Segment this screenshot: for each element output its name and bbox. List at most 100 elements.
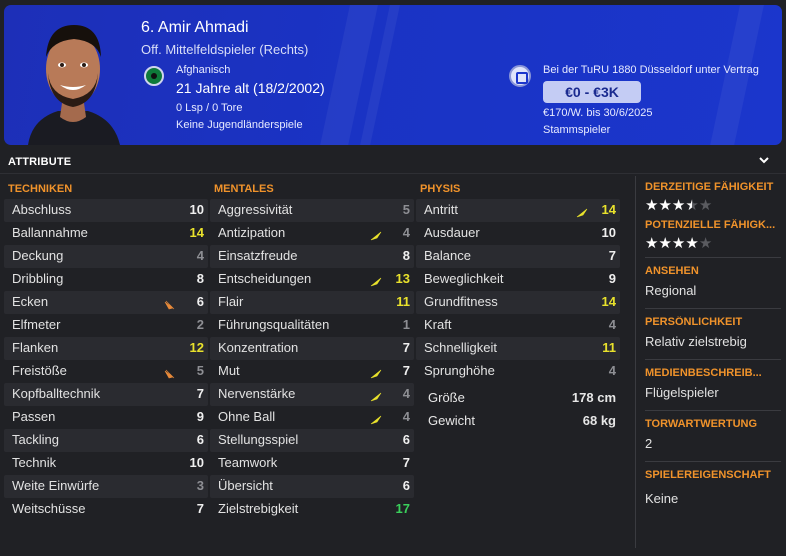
attribute-value: 10 [601,225,616,240]
player-photo [28,25,120,145]
physical-attribute-row[interactable]: Balance 7 [416,245,620,268]
attribute-value: 5 [402,202,410,217]
physical-attribute-row[interactable]: Schnelligkeit 11 [416,337,620,360]
attribute-value: 7 [402,340,410,355]
mental-attribute-row[interactable]: Führungsqualitäten 1 [210,314,414,337]
attribute-label: Teamwork [218,455,278,470]
attribute-value: 4 [608,317,616,332]
attribute-value: 14 [189,225,204,240]
attribute-value: 1 [402,317,410,332]
attribute-label: Flanken [12,340,59,355]
player-traits-heading: SPIELEREIGENSCHAFT [645,469,771,481]
mental-attribute-row[interactable]: Flair 11 [210,291,414,314]
mental-attribute-row[interactable]: Entscheidungen 13 [210,268,414,291]
goalkeeper-rating-value: 2 [645,436,653,451]
attribute-value: 3 [196,478,204,493]
attribute-label: Weite Einwürfe [12,478,100,493]
technical-attribute-row[interactable]: Abschluss 10 [4,199,208,222]
technical-attribute-row[interactable]: Deckung 4 [4,245,208,268]
media-description: MEDIENBESCHREIB... Flügelspieler [645,367,781,400]
attribute-label: Weitschüsse [12,501,86,516]
physical-attribute-row[interactable]: Sprunghöhe 4 [416,360,620,383]
attribute-label: Abschluss [12,202,72,217]
technical-attribute-row[interactable]: Weite Einwürfe 3 [4,475,208,498]
star-half-icon: ★ [685,197,699,214]
technical-attribute-row[interactable]: Tackling 6 [4,429,208,452]
mental-attribute-row[interactable]: Ohne Ball 4 [210,406,414,429]
attribute-label: Flair [218,294,244,309]
attribute-value: 4 [402,409,410,424]
attribute-value: 7 [608,248,616,263]
nation-flag-icon[interactable] [144,66,164,86]
attribute-value: 6 [402,432,410,447]
weight-row: Gewicht 68 kg [416,409,620,432]
trend-up-arrow-icon [370,411,382,425]
attribute-label: Deckung [12,248,64,263]
technical-attribute-row[interactable]: Elfmeter 2 [4,314,208,337]
attribute-label: Grundfitness [424,294,498,309]
height-value: 178 cm [571,390,616,405]
attribute-label: Übersicht [218,478,273,493]
trend-up-arrow-icon [370,273,382,287]
contract-club[interactable]: Bei der TuRU 1880 Düsseldorf unter Vertr… [543,64,759,76]
attribute-label: Zielstrebigkeit [218,501,299,516]
technical-attribute-row[interactable]: Kopfballtechnik 7 [4,383,208,406]
mental-attribute-row[interactable]: Konzentration 7 [210,337,414,360]
nationality[interactable]: Afghanisch [176,64,230,76]
attribute-value: 11 [602,340,616,355]
attribute-label: Konzentration [218,340,299,355]
physical-heading: PHYSIS [420,183,461,195]
mental-attribute-row[interactable]: Mut 7 [210,360,414,383]
attribute-label: Antizipation [218,225,286,240]
mental-attribute-row[interactable]: Einsatzfreude 8 [210,245,414,268]
mental-column: MENTALES Aggressivität 5 Antizipation 4 Eins… [210,179,414,521]
attribute-label: Stellungsspiel [218,432,299,447]
mental-attribute-row[interactable]: Zielstrebigkeit 17 [210,498,414,521]
attribute-label: Nervenstärke [218,386,296,401]
attribute-label: Aggressivität [218,202,293,217]
star-empty-icon: ★ [698,235,713,252]
attribute-value: 13 [395,271,410,286]
technical-attribute-row[interactable]: Technik 10 [4,452,208,475]
mental-attribute-row[interactable]: Antizipation 4 [210,222,414,245]
mental-attribute-row[interactable]: Nervenstärke 4 [210,383,414,406]
info-separator [645,257,781,258]
attribute-label: Einsatzfreude [218,248,298,263]
chevron-down-icon[interactable] [756,152,772,168]
technical-attribute-row[interactable]: Flanken 12 [4,337,208,360]
technical-attribute-row[interactable]: Ecken 6 [4,291,208,314]
physical-attribute-row[interactable]: Kraft 4 [416,314,620,337]
player-age: 21 Jahre alt (18/2/2002) [176,80,325,96]
technical-attribute-row[interactable]: Passen 9 [4,406,208,429]
weight-label: Gewicht [428,413,475,428]
technical-heading: TECHNIKEN [8,183,73,195]
physical-attribute-row[interactable]: Antritt 14 [416,199,620,222]
technical-attribute-row[interactable]: Dribbling 8 [4,268,208,291]
star-full-icon: ★ [671,235,686,252]
mental-attribute-row[interactable]: Übersicht 6 [210,475,414,498]
potential-ability: POTENZIELLE FÄHIGK... ★★★★★ [645,219,781,252]
attribute-value: 4 [402,386,410,401]
personality-heading: PERSÖNLICHKEIT [645,316,743,328]
mental-attribute-row[interactable]: Stellungsspiel 6 [210,429,414,452]
attribute-label: Dribbling [12,271,64,286]
club-badge-icon[interactable] [509,65,531,87]
attribute-value: 7 [402,363,410,378]
attribute-value: 2 [196,317,204,332]
attribute-label: Passen [12,409,56,424]
attribute-value: 14 [601,202,616,217]
technical-attribute-row[interactable]: Weitschüsse 7 [4,498,208,521]
mental-attribute-row[interactable]: Teamwork 7 [210,452,414,475]
physical-attribute-row[interactable]: Ausdauer 10 [416,222,620,245]
mental-attribute-row[interactable]: Aggressivität 5 [210,199,414,222]
physical-attribute-row[interactable]: Grundfitness 14 [416,291,620,314]
attribute-label: Kopfballtechnik [12,386,101,401]
physical-attribute-row[interactable]: Beweglichkeit 9 [416,268,620,291]
personality-value: Relativ zielstrebig [645,334,747,349]
attribute-label: Freistöße [12,363,67,378]
technical-attribute-row[interactable]: Freistöße 5 [4,360,208,383]
attribute-value: 6 [402,478,410,493]
technical-attribute-row[interactable]: Ballannahme 14 [4,222,208,245]
trend-up-arrow-icon [370,388,382,402]
attribute-value: 4 [608,363,616,378]
